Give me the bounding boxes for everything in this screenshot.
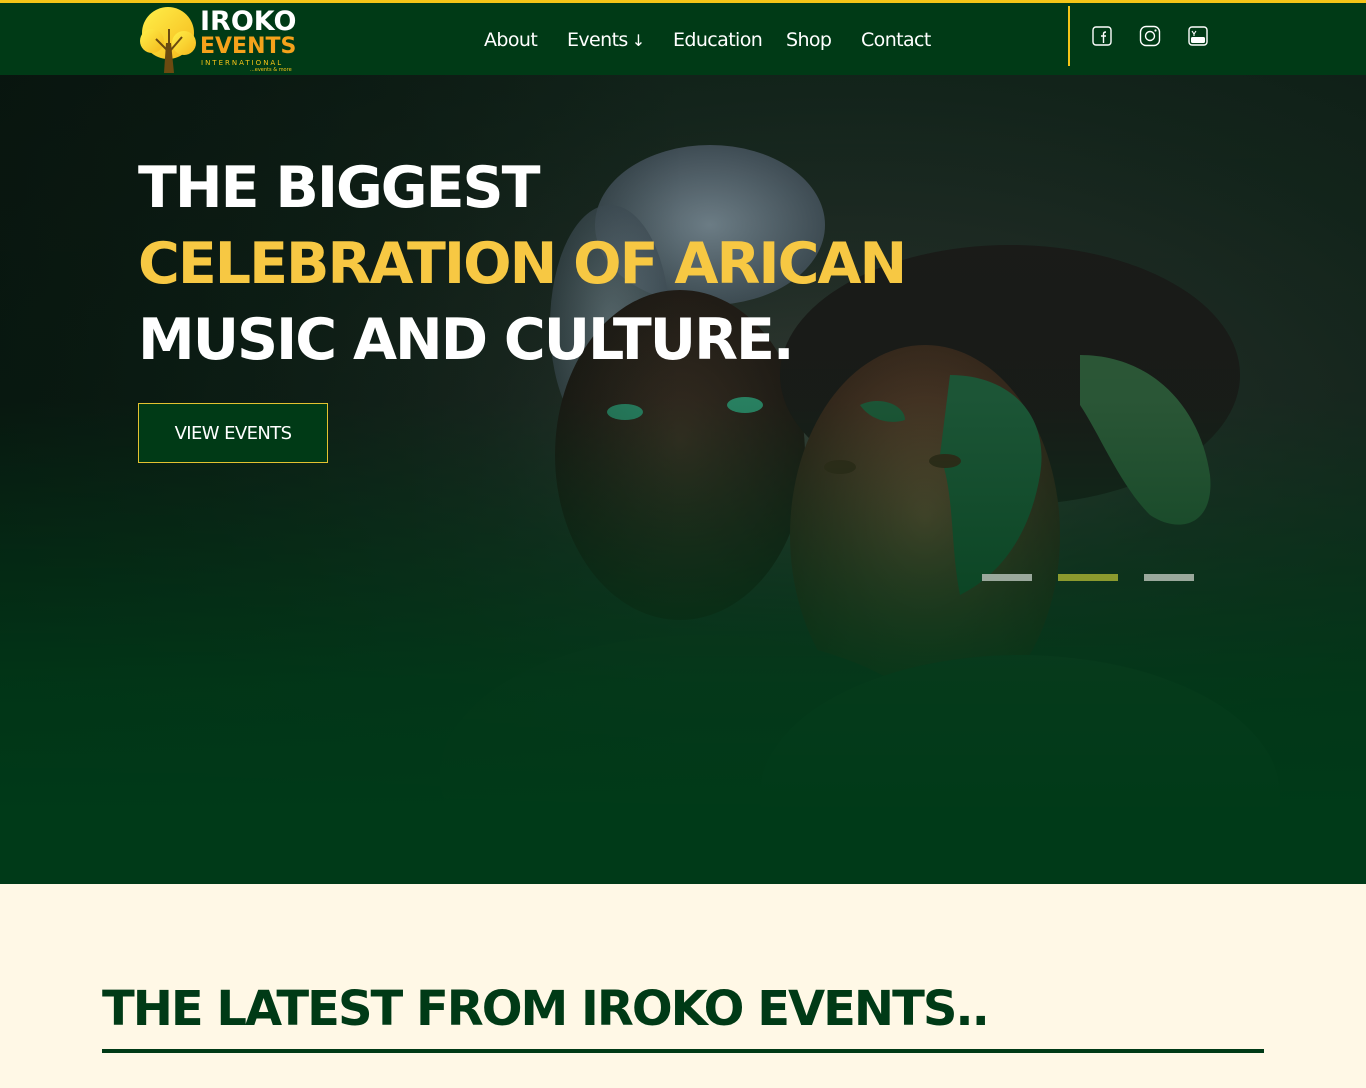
arrow-down-icon: ↓ xyxy=(631,31,645,50)
nav-contact[interactable]: Contact xyxy=(861,25,931,55)
nav-events-label: Events xyxy=(567,29,628,51)
top-navigation-bar: IROKO EVENTS INTERNATIONAL ...events & m… xyxy=(0,0,1366,75)
slider-dot-1[interactable] xyxy=(982,574,1032,581)
tree-logo-icon xyxy=(140,7,196,73)
facebook-icon[interactable] xyxy=(1091,25,1113,47)
iroko-events-logo[interactable]: IROKO EVENTS INTERNATIONAL ...events & m… xyxy=(138,3,300,75)
logo-tagline: ...events & more xyxy=(250,67,292,73)
latest-section-title: THE LATEST FROM IROKO EVENTS.. xyxy=(102,981,990,1037)
hero-slider: THE BIGGEST CELEBRATION OF ARICAN MUSIC … xyxy=(0,75,1366,884)
header-divider xyxy=(1068,6,1070,66)
latest-section-underline xyxy=(102,1049,1264,1053)
youtube-icon[interactable] xyxy=(1187,25,1209,47)
nav-events[interactable]: Events ↓ xyxy=(567,25,645,56)
logo-word-iroko: IROKO xyxy=(200,6,297,37)
hero-headline-line-3: MUSIC AND CULTURE. xyxy=(138,307,795,373)
view-events-button[interactable]: VIEW EVENTS xyxy=(138,403,328,463)
logo-word-international: INTERNATIONAL xyxy=(201,59,284,67)
nav-about[interactable]: About xyxy=(484,25,538,55)
slider-dot-3[interactable] xyxy=(1144,574,1194,581)
slider-dot-2-active[interactable] xyxy=(1058,574,1118,581)
nav-education[interactable]: Education xyxy=(673,25,763,55)
nav-shop[interactable]: Shop xyxy=(786,25,832,55)
instagram-icon[interactable] xyxy=(1139,25,1161,47)
hero-headline-line-1: THE BIGGEST xyxy=(138,155,540,221)
hero-headline-line-2: CELEBRATION OF ARICAN xyxy=(138,231,907,297)
logo-word-events: EVENTS xyxy=(200,34,297,59)
